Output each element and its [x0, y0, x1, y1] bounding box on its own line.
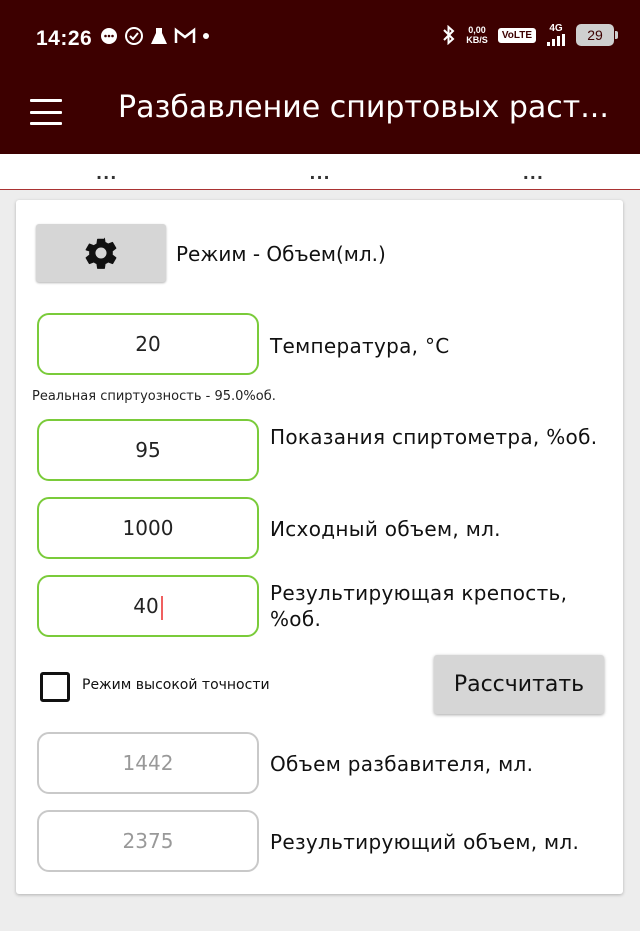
- diluent-volume-output: 1442: [37, 732, 259, 794]
- temperature-input[interactable]: 20: [37, 313, 259, 375]
- page-title: Разбавление спиртовых раст...: [118, 90, 609, 125]
- calculator-card: Режим - Объем(мл.) 20 Температура, °С Ре…: [16, 200, 623, 894]
- result-volume-output: 2375: [37, 810, 259, 872]
- hydrometer-label: Показания спиртометра, %об.: [270, 425, 598, 449]
- diluent-volume-label: Объем разбавителя, мл.: [270, 752, 534, 776]
- app-bar: Разбавление спиртовых раст...: [0, 80, 640, 154]
- notification-icons: [100, 26, 210, 46]
- signal-icon: [547, 34, 565, 46]
- high-precision-label: Режим высокой точности: [82, 677, 270, 693]
- menu-icon[interactable]: [30, 97, 62, 127]
- chat-icon: [101, 28, 117, 44]
- text-caret: [160, 595, 163, 620]
- initial-volume-label: Исходный объем, мл.: [270, 517, 501, 541]
- signal-indicator: 4G: [546, 24, 566, 46]
- initial-volume-input[interactable]: 1000: [37, 497, 259, 559]
- tab-3[interactable]: ...: [427, 154, 640, 189]
- hydrometer-input[interactable]: 95: [37, 419, 259, 481]
- status-right-icons: 0,00 KB/S VoLTE 4G 29: [442, 24, 618, 46]
- battery-icon: 29: [576, 24, 618, 46]
- status-time: 14:26: [36, 27, 93, 50]
- tab-2[interactable]: ...: [213, 154, 426, 189]
- mode-label: Режим - Объем(мл.): [176, 242, 386, 266]
- result-strength-input[interactable]: 40: [37, 575, 259, 637]
- net-speed-unit: KB/S: [466, 35, 488, 45]
- status-bar: 14:26 0,00 KB/S VoLTE 4G 29: [0, 0, 640, 80]
- bluetooth-icon: [443, 25, 455, 45]
- volte-badge: VoLTE: [497, 27, 536, 43]
- check-circle-icon: [125, 27, 143, 45]
- real-strength-text: Реальная спиртуозность - 95.0%об.: [32, 389, 276, 404]
- temperature-label: Температура, °С: [270, 334, 450, 358]
- result-volume-label: Результирующий объем, мл.: [270, 830, 580, 854]
- high-precision-checkbox[interactable]: [40, 672, 70, 702]
- result-strength-label: Результирующая крепость, %об.: [270, 581, 568, 631]
- net-speed-value: 0,00: [468, 25, 486, 35]
- flask-icon: [151, 28, 167, 44]
- gear-icon: [85, 237, 117, 269]
- net-speed: 0,00 KB/S: [466, 25, 488, 45]
- mail-icon: [174, 27, 196, 43]
- tab-bar: ... ... ...: [0, 154, 640, 190]
- dot-icon: [203, 33, 209, 39]
- settings-button[interactable]: [36, 224, 166, 282]
- network-type: 4G: [549, 23, 563, 34]
- result-strength-value: 40: [133, 594, 159, 618]
- calculate-button[interactable]: Рассчитать: [434, 655, 604, 714]
- tab-1[interactable]: ...: [0, 154, 213, 189]
